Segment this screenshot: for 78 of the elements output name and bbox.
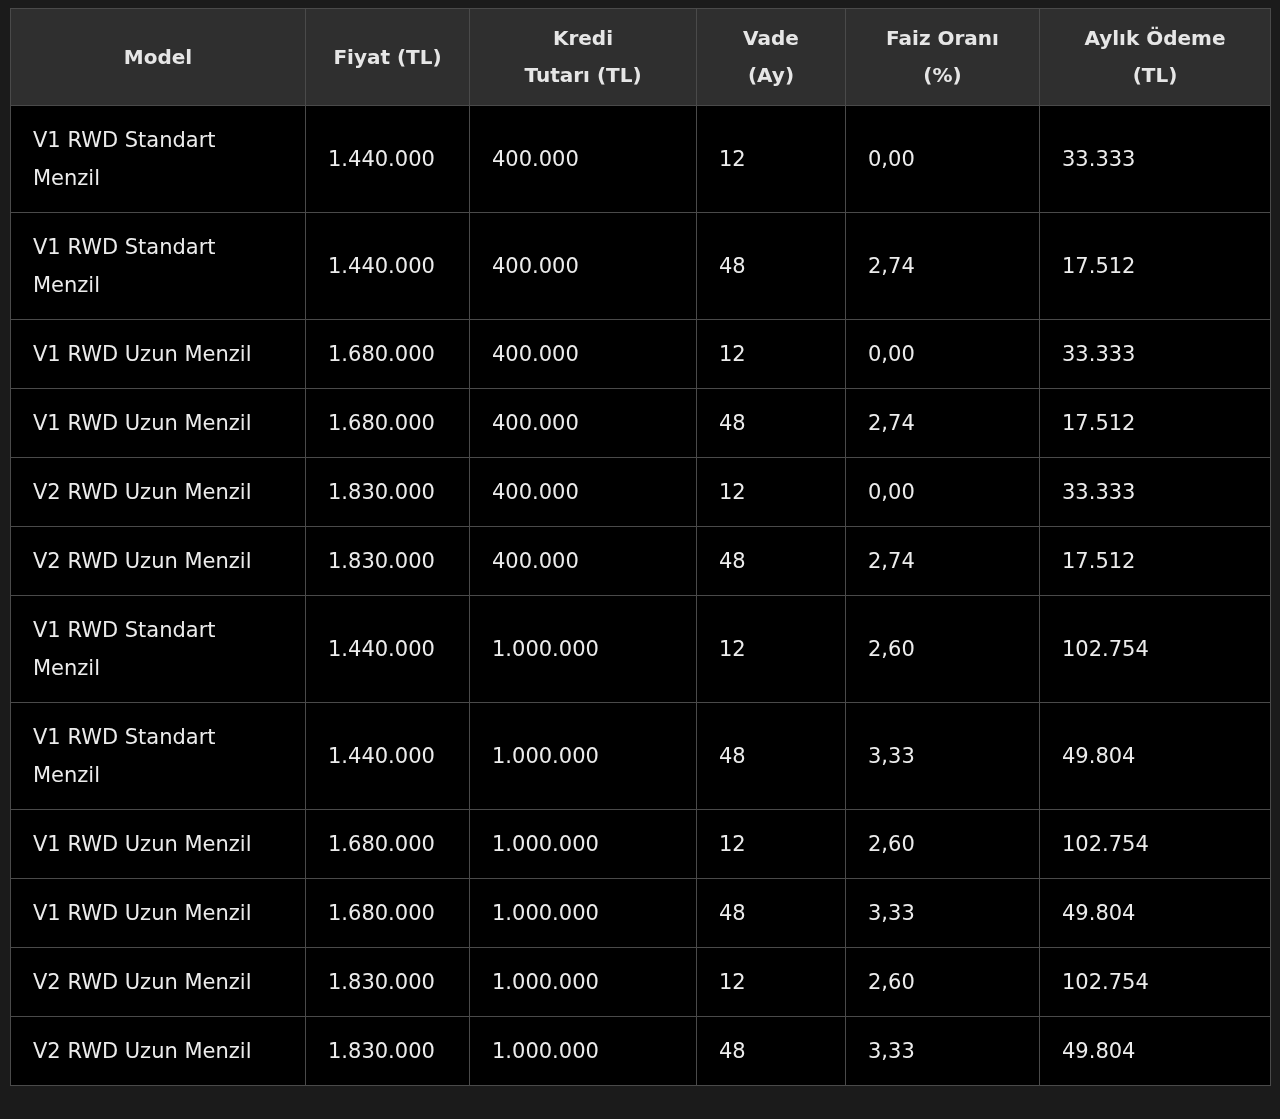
column-header: Fiyat (TL) (305, 8, 470, 106)
table-cell: 17.512 (1039, 526, 1271, 596)
table-cell: 1.000.000 (469, 947, 697, 1017)
table-cell: 49.804 (1039, 1016, 1271, 1086)
table-cell: 2,74 (845, 212, 1040, 320)
table-cell: 33.333 (1039, 105, 1271, 213)
table-cell: 1.830.000 (305, 457, 470, 527)
table-cell: 3,33 (845, 878, 1040, 948)
table-cell: V2 RWD Uzun Menzil (10, 947, 306, 1017)
table-cell: 12 (696, 947, 846, 1017)
table-cell: 400.000 (469, 105, 697, 213)
table-cell: V2 RWD Uzun Menzil (10, 457, 306, 527)
table-cell: 2,60 (845, 809, 1040, 879)
table-cell: 48 (696, 212, 846, 320)
table-cell: 48 (696, 702, 846, 810)
table-cell: 1.680.000 (305, 878, 470, 948)
table-cell: 1.830.000 (305, 1016, 470, 1086)
table-cell: 12 (696, 457, 846, 527)
table-cell: V1 RWD Standart Menzil (10, 105, 306, 213)
table-cell: V2 RWD Uzun Menzil (10, 526, 306, 596)
table-cell: 1.440.000 (305, 212, 470, 320)
table-cell: 1.000.000 (469, 702, 697, 810)
table-cell: 12 (696, 319, 846, 389)
table-cell: 2,74 (845, 526, 1040, 596)
column-header: Faiz Oranı (%) (845, 8, 1040, 106)
table-cell: 400.000 (469, 212, 697, 320)
table-cell: 49.804 (1039, 702, 1271, 810)
table-cell: 400.000 (469, 319, 697, 389)
table-cell: 33.333 (1039, 319, 1271, 389)
table-cell: V1 RWD Uzun Menzil (10, 319, 306, 389)
table-cell: 12 (696, 105, 846, 213)
table-cell: V1 RWD Uzun Menzil (10, 388, 306, 458)
table-cell: V1 RWD Uzun Menzil (10, 809, 306, 879)
table-cell: 17.512 (1039, 212, 1271, 320)
table-cell: 48 (696, 526, 846, 596)
table-cell: 1.440.000 (305, 105, 470, 213)
table-cell: V1 RWD Standart Menzil (10, 595, 306, 703)
table-cell: V2 RWD Uzun Menzil (10, 1016, 306, 1086)
table-cell: 33.333 (1039, 457, 1271, 527)
table-cell: 1.000.000 (469, 878, 697, 948)
table-cell: 1.680.000 (305, 388, 470, 458)
column-header: Kredi Tutarı (TL) (469, 8, 697, 106)
table-cell: 1.830.000 (305, 947, 470, 1017)
table-cell: 3,33 (845, 1016, 1040, 1086)
table-cell: 1.000.000 (469, 595, 697, 703)
table-cell: 48 (696, 388, 846, 458)
table-cell: 1.440.000 (305, 702, 470, 810)
table-cell: V1 RWD Uzun Menzil (10, 878, 306, 948)
table-cell: 12 (696, 809, 846, 879)
table-cell: 48 (696, 1016, 846, 1086)
table-cell: 1.440.000 (305, 595, 470, 703)
column-header: Aylık Ödeme (TL) (1039, 8, 1271, 106)
table-cell: 0,00 (845, 457, 1040, 527)
table-cell: 2,60 (845, 947, 1040, 1017)
table-cell: 400.000 (469, 388, 697, 458)
table-cell: 17.512 (1039, 388, 1271, 458)
table-cell: 0,00 (845, 105, 1040, 213)
table-cell: 2,60 (845, 595, 1040, 703)
table-cell: 400.000 (469, 457, 697, 527)
column-header: Model (10, 8, 306, 106)
table-cell: 102.754 (1039, 947, 1271, 1017)
table-cell: 12 (696, 595, 846, 703)
table-cell: 49.804 (1039, 878, 1271, 948)
table-cell: 48 (696, 878, 846, 948)
table-cell: 400.000 (469, 526, 697, 596)
table-cell: 2,74 (845, 388, 1040, 458)
table-cell: 1.000.000 (469, 809, 697, 879)
table-cell: 1.680.000 (305, 809, 470, 879)
table-cell: V1 RWD Standart Menzil (10, 702, 306, 810)
column-header: Vade (Ay) (696, 8, 846, 106)
table-cell: 102.754 (1039, 595, 1271, 703)
table-cell: 102.754 (1039, 809, 1271, 879)
table-cell: 1.000.000 (469, 1016, 697, 1086)
table-cell: 0,00 (845, 319, 1040, 389)
table-cell: V1 RWD Standart Menzil (10, 212, 306, 320)
table-cell: 3,33 (845, 702, 1040, 810)
table-cell: 1.680.000 (305, 319, 470, 389)
table-cell: 1.830.000 (305, 526, 470, 596)
